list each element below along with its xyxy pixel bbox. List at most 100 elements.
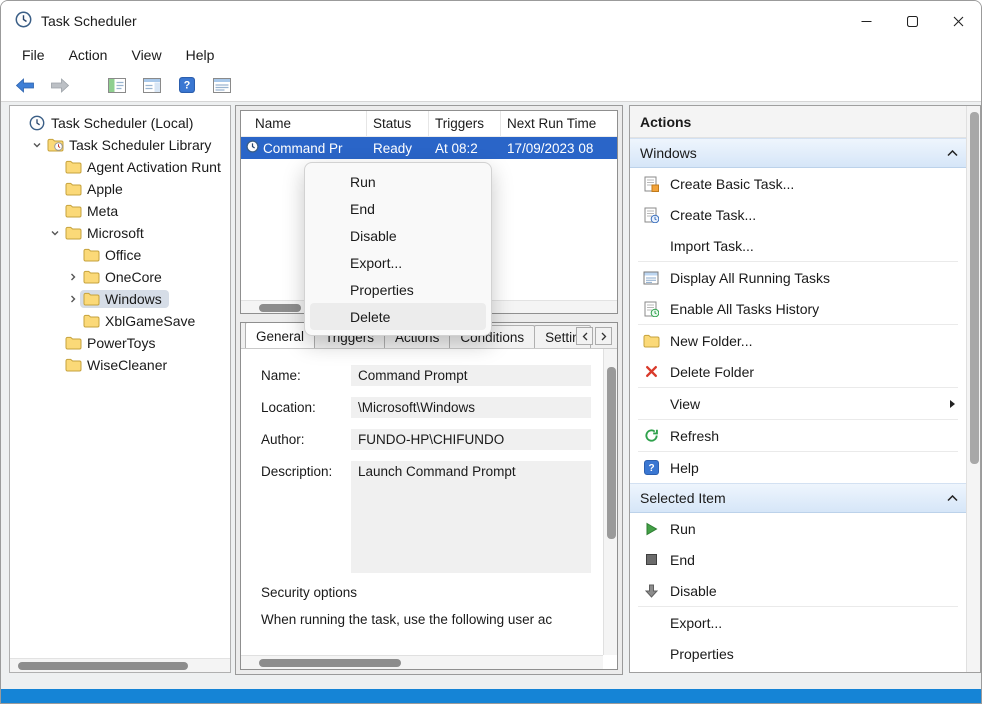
details-horizontal-scrollbar[interactable] (241, 655, 603, 669)
action-new-folder[interactable]: New Folder... (630, 325, 966, 356)
task-row-command-prompt[interactable]: Command Pr Ready At 08:2 17/09/2023 08 (241, 137, 617, 159)
forward-button[interactable] (46, 73, 73, 98)
tree-item-agent-activation[interactable]: Agent Activation Runt (10, 156, 230, 178)
window-bottom-edge (1, 689, 981, 703)
scrollbar-thumb[interactable] (970, 112, 979, 464)
export-list-button[interactable] (208, 73, 235, 98)
tree-item-task-scheduler-library[interactable]: Task Scheduler Library (10, 134, 230, 156)
tree-item-wisecleaner[interactable]: WiseCleaner (10, 354, 230, 376)
action-create-task[interactable]: Create Task... (630, 199, 966, 230)
tree-item-label: OneCore (105, 269, 162, 285)
collapse-section-button[interactable] (947, 139, 958, 167)
tree-item-apple[interactable]: Apple (10, 178, 230, 200)
action-delete[interactable]: Delete (630, 669, 966, 672)
actions-section-header-windows[interactable]: Windows (630, 138, 966, 168)
tree-item-label: Windows (105, 291, 162, 307)
action-run[interactable]: Run (630, 513, 966, 544)
actions-vertical-scrollbar[interactable] (966, 106, 980, 672)
context-menu-item-run[interactable]: Run (310, 168, 486, 195)
action-disable[interactable]: Disable (630, 575, 966, 606)
tree-item-powertoys[interactable]: PowerToys (10, 332, 230, 354)
action-delete-folder[interactable]: Delete Folder (630, 356, 966, 387)
details-vertical-scrollbar[interactable] (603, 349, 617, 655)
chevron-down-icon[interactable] (48, 228, 62, 238)
export-list-icon (213, 78, 231, 93)
tree-item-label: PowerToys (87, 335, 155, 351)
menu-action[interactable]: Action (58, 44, 119, 66)
action-view[interactable]: View (630, 388, 966, 419)
maximize-button[interactable] (889, 1, 935, 41)
field-value-author: FUNDO-HP\CHIFUNDO (351, 429, 591, 450)
close-icon (953, 16, 964, 27)
tree-item-office[interactable]: Office (10, 244, 230, 266)
action-item-label: Export... (670, 615, 722, 631)
actions-section-header-selected-item[interactable]: Selected Item (630, 483, 966, 513)
menu-file[interactable]: File (11, 44, 56, 66)
action-item-label: Delete Folder (670, 364, 754, 380)
create-task-icon (642, 207, 660, 223)
context-menu-item-end[interactable]: End (310, 195, 486, 222)
task-next-run-time: 17/09/2023 08 (501, 141, 617, 156)
action-end[interactable]: End (630, 544, 966, 575)
menu-help[interactable]: Help (175, 44, 226, 66)
column-header-status[interactable]: Status (367, 111, 429, 136)
action-properties[interactable]: Properties (630, 638, 966, 669)
help-button[interactable]: ? (173, 73, 200, 98)
scrollbar-thumb[interactable] (259, 659, 401, 667)
action-refresh[interactable]: Refresh (630, 420, 966, 451)
action-enable-all-tasks-history[interactable]: Enable All Tasks History (630, 293, 966, 324)
task-details-panel: General Triggers Actions Conditions Sett… (240, 322, 618, 670)
action-item-label: Enable All Tasks History (670, 301, 819, 317)
close-button[interactable] (935, 1, 981, 41)
field-label-name: Name: (261, 365, 351, 386)
chevron-up-icon (947, 150, 958, 157)
tab-scroll-left-button[interactable] (576, 327, 593, 345)
context-menu-item-properties[interactable]: Properties (310, 276, 486, 303)
minimize-icon (861, 16, 872, 27)
column-header-triggers[interactable]: Triggers (429, 111, 501, 136)
action-display-all-running-tasks[interactable]: Display All Running Tasks (630, 262, 966, 293)
delete-icon (642, 365, 660, 378)
action-item-label: Import Task... (670, 238, 754, 254)
chevron-right-icon[interactable] (66, 294, 80, 304)
context-menu-item-delete[interactable]: Delete (310, 303, 486, 330)
help-icon: ? (179, 77, 195, 93)
folder-icon (64, 336, 82, 350)
tree-item-task-scheduler-local[interactable]: Task Scheduler (Local) (10, 112, 230, 134)
tree-item-meta[interactable]: Meta (10, 200, 230, 222)
chevron-down-icon[interactable] (30, 140, 44, 150)
tab-scroll-right-button[interactable] (595, 327, 612, 345)
tree-item-onecore[interactable]: OneCore (10, 266, 230, 288)
tree-item-microsoft[interactable]: Microsoft (10, 222, 230, 244)
tree-item-label: Agent Activation Runt (87, 159, 221, 175)
back-button[interactable] (11, 73, 38, 98)
action-help[interactable]: ? Help (630, 452, 966, 483)
submenu-arrow-icon (949, 399, 956, 409)
context-menu-item-export[interactable]: Export... (310, 249, 486, 276)
scrollbar-thumb[interactable] (18, 662, 188, 670)
action-item-label: Run (670, 521, 696, 537)
security-options-heading: Security options (261, 585, 603, 600)
titlebar: Task Scheduler (1, 1, 981, 41)
show-console-tree-button[interactable] (103, 73, 130, 98)
action-item-label: Disable (670, 583, 717, 599)
minimize-button[interactable] (843, 1, 889, 41)
section-header-label: Selected Item (640, 490, 726, 506)
action-export[interactable]: Export... (630, 607, 966, 638)
folder-icon (82, 314, 100, 328)
scrollbar-thumb[interactable] (259, 304, 301, 312)
show-action-pane-button[interactable] (138, 73, 165, 98)
tree-item-xblgamesave[interactable]: XblGameSave (10, 310, 230, 332)
tree-horizontal-scrollbar[interactable] (10, 658, 230, 672)
chevron-right-icon[interactable] (66, 272, 80, 282)
action-create-basic-task[interactable]: Create Basic Task... (630, 168, 966, 199)
context-menu-item-disable[interactable]: Disable (310, 222, 486, 249)
menu-view[interactable]: View (120, 44, 172, 66)
new-folder-icon (642, 334, 660, 348)
scrollbar-thumb[interactable] (607, 367, 616, 539)
column-header-name[interactable]: Name (241, 111, 367, 136)
column-header-next-run-time[interactable]: Next Run Time (501, 111, 617, 136)
tree-item-windows[interactable]: Windows (10, 288, 230, 310)
collapse-section-button[interactable] (947, 484, 958, 512)
action-import-task[interactable]: Import Task... (630, 230, 966, 261)
